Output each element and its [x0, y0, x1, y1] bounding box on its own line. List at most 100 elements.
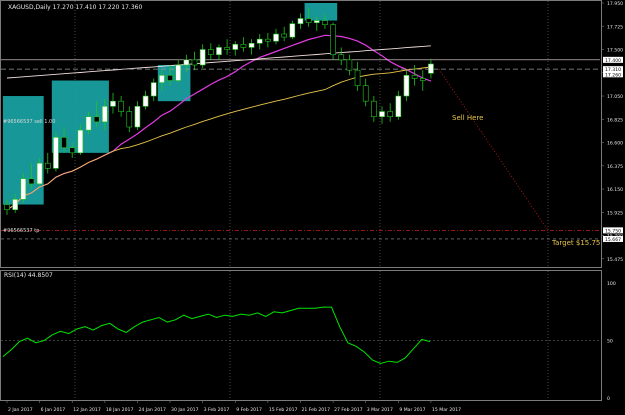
tp-order-label: #96566537 tp — [3, 228, 39, 234]
candle-bear — [28, 178, 35, 185]
sell-order-label: #96566537 sell 1.00 — [3, 119, 55, 125]
target-label: Target $15.75 — [551, 239, 600, 247]
candle — [110, 92, 116, 114]
candle — [346, 54, 353, 76]
candle-bull — [134, 106, 141, 128]
time-tick-label: 30 Jan 2017 — [171, 407, 199, 413]
candle-bull — [199, 49, 206, 66]
candle-bear — [419, 78, 426, 81]
candle-bear — [354, 69, 361, 86]
price-tag-label: 15.667 — [605, 237, 621, 243]
candle-bull — [395, 95, 402, 117]
rsi-tick-label: 100 — [607, 281, 616, 287]
candle-bear — [281, 33, 288, 38]
highlight-boxes — [2, 3, 338, 205]
rsi-plot — [2, 306, 431, 365]
candle-bull — [159, 75, 165, 83]
candle-bear — [338, 54, 345, 61]
price-axis: 17.95017.72517.50017.27517.05016.82516.6… — [601, 1, 623, 402]
symbol-title: XAGUSD,Daily 17.270 17.410 17.220 17.360 — [8, 4, 142, 11]
candle-bull — [256, 38, 263, 44]
price-tick-label: 17.950 — [607, 1, 623, 7]
price-tick-label: 16.600 — [607, 141, 623, 147]
price-tick-label: 16.150 — [607, 187, 623, 193]
grid-lines — [1, 1, 601, 400]
price-tick-label: 16.375 — [607, 164, 623, 170]
candle-bull — [216, 47, 222, 55]
candle-bull — [313, 20, 320, 23]
candle-bull — [289, 23, 296, 38]
candle — [134, 101, 141, 131]
candle-bull — [175, 64, 182, 81]
candle-bull — [150, 82, 157, 97]
candle-bear — [346, 59, 353, 71]
candle-bear — [126, 111, 133, 128]
candle — [428, 58, 434, 79]
candle — [191, 51, 198, 71]
candle — [289, 20, 296, 40]
sell-here-label: Sell Here — [452, 114, 483, 122]
candle-bear — [191, 59, 198, 66]
candle — [256, 34, 263, 50]
candle — [175, 59, 182, 83]
candle-bull — [53, 137, 59, 169]
candle — [297, 13, 304, 29]
candle — [395, 90, 402, 120]
candle-bull — [12, 199, 18, 211]
price-chart[interactable]: 17.95017.72517.50017.27517.05016.82516.6… — [0, 0, 625, 415]
price-tag-label: 17.400 — [605, 58, 621, 64]
candle-bear — [44, 162, 51, 169]
candle-bull — [273, 33, 279, 42]
candle — [354, 61, 361, 91]
time-axis: 2 Jan 2017 6 Jan 2017 12 Jan 2017 18 Jan 20… — [6, 400, 461, 413]
price-tick-label: 15.925 — [607, 210, 623, 216]
candle-bear — [118, 100, 124, 112]
rsi-title: RSI(14) 44.8507 — [4, 272, 53, 279]
time-tick-label: 27 Feb 2017 — [334, 407, 363, 413]
time-tick-label: 2 Jan 2017 — [8, 407, 33, 413]
candle — [273, 28, 279, 45]
candle — [199, 44, 206, 69]
time-tick-label: 24 Jan 2017 — [138, 407, 166, 413]
candle-bull — [428, 63, 434, 74]
rsi-line — [2, 306, 431, 365]
time-tick-label: 21 Feb 2017 — [301, 407, 330, 413]
candle-bear — [93, 116, 100, 123]
time-tick-label: 6 Jan 2017 — [41, 407, 66, 413]
candle-bull — [102, 106, 108, 123]
candle — [150, 78, 157, 102]
price-tick-label: 16.825 — [607, 117, 623, 123]
candle — [419, 70, 426, 91]
candle-bear — [61, 137, 67, 148]
price-tick-label: 17.725 — [607, 24, 623, 30]
price-tick-label: 17.050 — [607, 94, 623, 100]
candle-bull — [232, 44, 239, 50]
candle-bull — [183, 59, 190, 66]
time-tick-label: 15 Feb 2017 — [269, 407, 298, 413]
candle — [216, 44, 222, 60]
candle-bull — [85, 116, 92, 131]
candle — [362, 78, 369, 107]
candle — [207, 43, 214, 60]
candle-bull — [379, 111, 385, 117]
candle — [330, 22, 336, 60]
candle — [248, 39, 255, 55]
candle — [232, 41, 239, 56]
candle-bear — [240, 44, 247, 48]
candle-bull — [110, 100, 116, 107]
rsi-tick-label: 50 — [607, 339, 613, 345]
candle-bear — [224, 47, 230, 50]
candle-bear — [362, 85, 369, 102]
time-tick-label: 12 Jan 2017 — [73, 407, 101, 413]
candle — [338, 47, 345, 66]
price-tick-label: 17.500 — [607, 48, 623, 54]
candle — [371, 96, 377, 122]
candle-bear — [305, 18, 312, 23]
candle — [126, 106, 133, 133]
candle-bear — [387, 111, 393, 117]
candle-bull — [248, 43, 255, 48]
time-tick-label: 18 Jan 2017 — [106, 407, 134, 413]
candle-bear — [69, 147, 76, 154]
price-tick-label: 15.475 — [607, 257, 623, 263]
candle — [224, 39, 230, 55]
